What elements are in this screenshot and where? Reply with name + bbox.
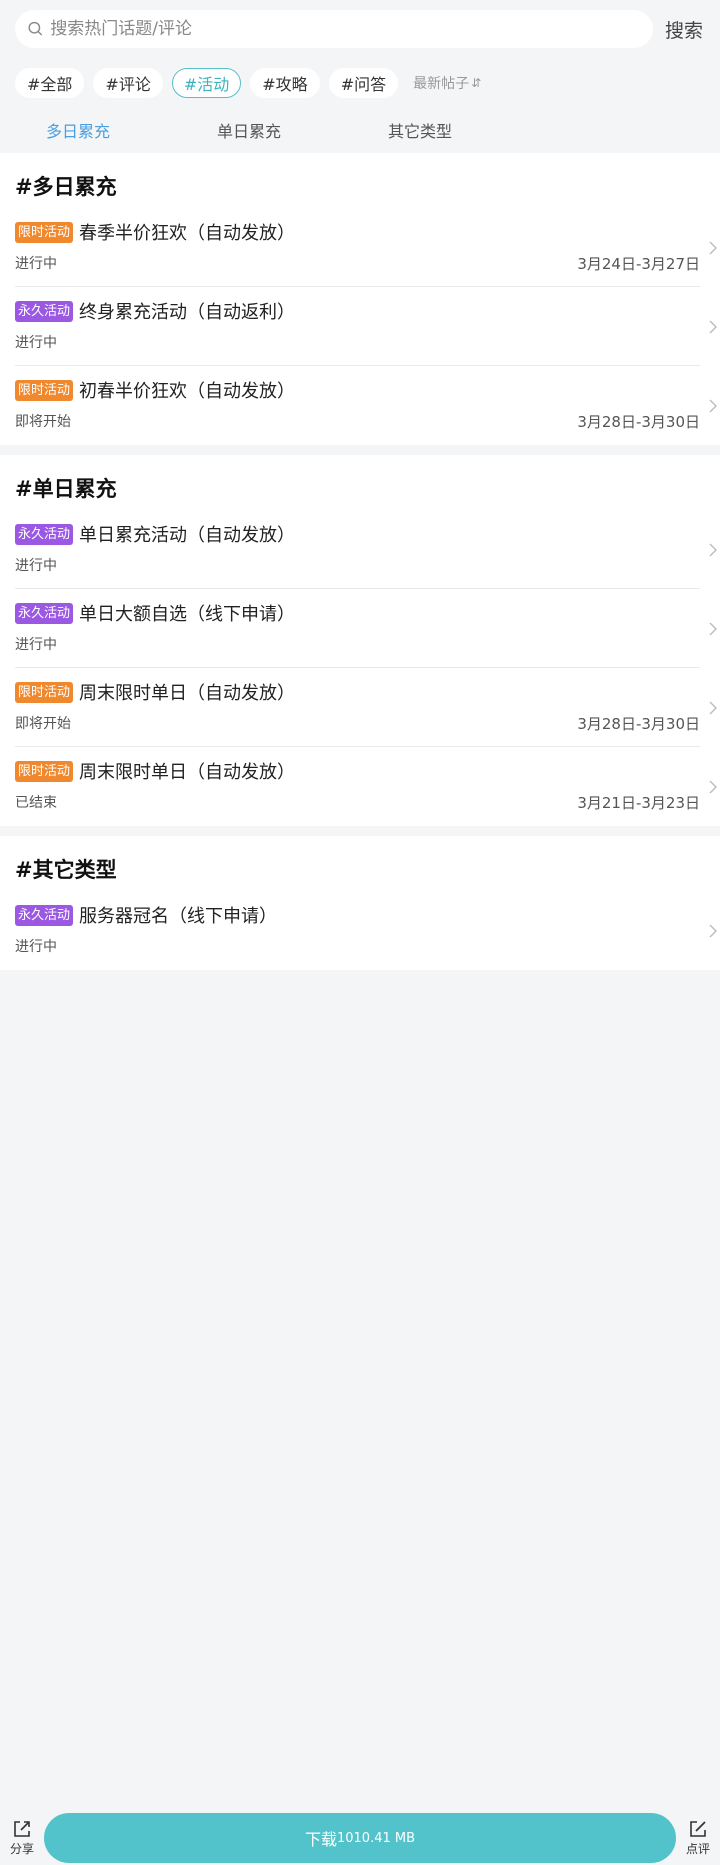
tag-filter-row: #全部 #评论 #活动 #攻略 #问答 最新帖子 ⇵ bbox=[0, 67, 720, 99]
item-status: 已结束 bbox=[15, 795, 57, 811]
badge-limited: 限时活动 bbox=[15, 221, 74, 243]
list-item[interactable]: 永久活动 服务器冠名（线下申请） 进行中 bbox=[15, 891, 717, 970]
item-status: 进行中 bbox=[15, 637, 57, 653]
item-status: 进行中 bbox=[15, 558, 57, 574]
badge-permanent: 永久活动 bbox=[15, 300, 74, 322]
subtab-bar: 多日累充 单日累充 其它类型 bbox=[0, 107, 720, 153]
list-item[interactable]: 永久活动 单日大额自选（线下申请） 进行中 bbox=[15, 589, 717, 668]
item-dates: 3月28日-3月30日 bbox=[577, 715, 700, 733]
search-input[interactable] bbox=[50, 19, 641, 39]
search-icon bbox=[28, 21, 43, 36]
bottom-action-bar: 分享 下载 1010.41 MB 点评 bbox=[0, 1809, 720, 1865]
search-row: 搜索 bbox=[0, 10, 720, 48]
list-item[interactable]: 永久活动 终身累充活动（自动返利） 进行中 bbox=[15, 287, 717, 366]
item-status: 进行中 bbox=[15, 939, 57, 955]
search-button[interactable]: 搜索 bbox=[665, 16, 705, 43]
chevron-right-icon bbox=[709, 780, 717, 794]
tag-guide[interactable]: #攻略 bbox=[250, 68, 320, 98]
tag-activity[interactable]: #活动 bbox=[171, 68, 242, 98]
badge-permanent: 永久活动 bbox=[15, 602, 74, 624]
sort-dropdown[interactable]: 最新帖子 ⇵ bbox=[413, 73, 481, 93]
chevron-right-icon bbox=[709, 320, 717, 334]
list-item[interactable]: 限时活动 周末限时单日（自动发放） 已结束 3月21日-3月23日 bbox=[15, 747, 717, 826]
item-title: 单日大额自选（线下申请） bbox=[79, 604, 296, 625]
item-title: 春季半价狂欢（自动发放） bbox=[79, 223, 296, 244]
section-single-day: #单日累充 永久活动 单日累充活动（自动发放） 进行中 永久活动 单日大额自选（线下… bbox=[0, 455, 720, 826]
badge-permanent: 永久活动 bbox=[15, 904, 74, 926]
item-status: 进行中 bbox=[15, 335, 57, 351]
share-label: 分享 bbox=[9, 1841, 34, 1856]
badge-permanent: 永久活动 bbox=[15, 523, 74, 545]
chevron-right-icon bbox=[709, 543, 717, 557]
badge-limited: 限时活动 bbox=[15, 379, 74, 401]
download-label: 下载 bbox=[304, 1830, 337, 1849]
edit-icon bbox=[690, 1820, 706, 1837]
item-status: 进行中 bbox=[15, 256, 57, 272]
section-title: #其它类型 bbox=[15, 858, 117, 882]
item-title: 周末限时单日（自动发放） bbox=[79, 683, 296, 704]
item-title: 周末限时单日（自动发放） bbox=[79, 762, 296, 783]
section-multi-day: #多日累充 限时活动 春季半价狂欢（自动发放） 进行中 3月24日-3月27日 永久… bbox=[0, 153, 720, 445]
item-dates: 3月28日-3月30日 bbox=[577, 413, 700, 431]
section-title: #多日累充 bbox=[15, 175, 117, 199]
item-title: 单日累充活动（自动发放） bbox=[79, 525, 296, 546]
item-title: 终身累充活动（自动返利） bbox=[79, 302, 296, 323]
chevron-right-icon bbox=[709, 701, 717, 715]
share-icon bbox=[14, 1820, 30, 1837]
item-title: 初春半价狂欢（自动发放） bbox=[79, 381, 296, 402]
list-item[interactable]: 限时活动 初春半价狂欢（自动发放） 即将开始 3月28日-3月30日 bbox=[15, 366, 717, 445]
item-status: 即将开始 bbox=[15, 716, 71, 732]
subtab-other[interactable]: 其它类型 bbox=[388, 118, 559, 142]
subtab-single-day[interactable]: 单日累充 bbox=[217, 118, 388, 142]
badge-limited: 限时活动 bbox=[15, 760, 74, 782]
list-item[interactable]: 永久活动 单日累充活动（自动发放） 进行中 bbox=[15, 510, 717, 589]
list-item[interactable]: 限时活动 春季半价狂欢（自动发放） 进行中 3月24日-3月27日 bbox=[15, 208, 717, 287]
tag-qa[interactable]: #问答 bbox=[328, 68, 399, 98]
chevron-right-icon bbox=[709, 241, 717, 255]
download-size: 1010.41 MB bbox=[336, 1830, 416, 1846]
item-dates: 3月21日-3月23日 bbox=[577, 794, 700, 812]
sort-icon: ⇵ bbox=[471, 76, 482, 90]
item-title: 服务器冠名（线下申请） bbox=[79, 906, 278, 927]
chevron-right-icon bbox=[709, 399, 717, 413]
section-other: #其它类型 永久活动 服务器冠名（线下申请） 进行中 bbox=[0, 836, 720, 970]
search-box[interactable] bbox=[15, 10, 653, 48]
list-item[interactable]: 限时活动 周末限时单日（自动发放） 即将开始 3月28日-3月30日 bbox=[15, 668, 717, 747]
item-dates: 3月24日-3月27日 bbox=[577, 255, 700, 273]
badge-limited: 限时活动 bbox=[15, 681, 74, 703]
chevron-right-icon bbox=[709, 924, 717, 938]
item-status: 即将开始 bbox=[15, 414, 71, 430]
review-button[interactable]: 点评 bbox=[676, 1818, 720, 1857]
section-title: #单日累充 bbox=[15, 477, 117, 501]
chevron-right-icon bbox=[709, 622, 717, 636]
sort-label: 最新帖子 bbox=[413, 76, 470, 92]
review-label: 点评 bbox=[685, 1841, 710, 1856]
subtab-multi-day[interactable]: 多日累充 bbox=[46, 118, 217, 142]
tag-comment[interactable]: #评论 bbox=[93, 68, 163, 98]
download-button[interactable]: 下载 1010.41 MB bbox=[44, 1813, 676, 1863]
share-button[interactable]: 分享 bbox=[0, 1818, 44, 1857]
top-bar: 搜索 #全部 #评论 #活动 #攻略 #问答 最新帖子⇵ 多日累充 单日累充 其… bbox=[0, 0, 720, 153]
tag-all[interactable]: #全部 bbox=[15, 68, 85, 98]
